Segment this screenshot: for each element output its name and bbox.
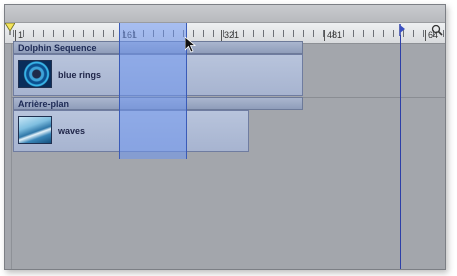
ruler-tick-label: 321 — [221, 30, 239, 41]
time-selection-range[interactable] — [119, 23, 187, 159]
zoom-icon[interactable] — [431, 24, 443, 36]
ruler-tick-label: 1 — [15, 30, 23, 41]
in-point-marker-icon[interactable] — [5, 23, 15, 35]
timeline-toolbar — [5, 5, 445, 23]
clip-label: waves — [58, 126, 86, 136]
screenshot-frame: 1 161 321 481 64 Dolphin Sequence blue r… — [0, 0, 457, 276]
out-point-line — [400, 35, 401, 269]
timeline-panel: 1 161 321 481 64 Dolphin Sequence blue r… — [4, 4, 446, 270]
track-left-edge — [11, 44, 12, 269]
mouse-cursor-icon — [185, 37, 197, 53]
waves-thumbnail — [18, 116, 52, 144]
out-point-marker-icon[interactable] — [397, 24, 405, 36]
blue-rings-thumbnail — [18, 60, 52, 88]
ruler-tick-label: 481 — [324, 30, 342, 41]
clip-label: blue rings — [58, 70, 102, 80]
